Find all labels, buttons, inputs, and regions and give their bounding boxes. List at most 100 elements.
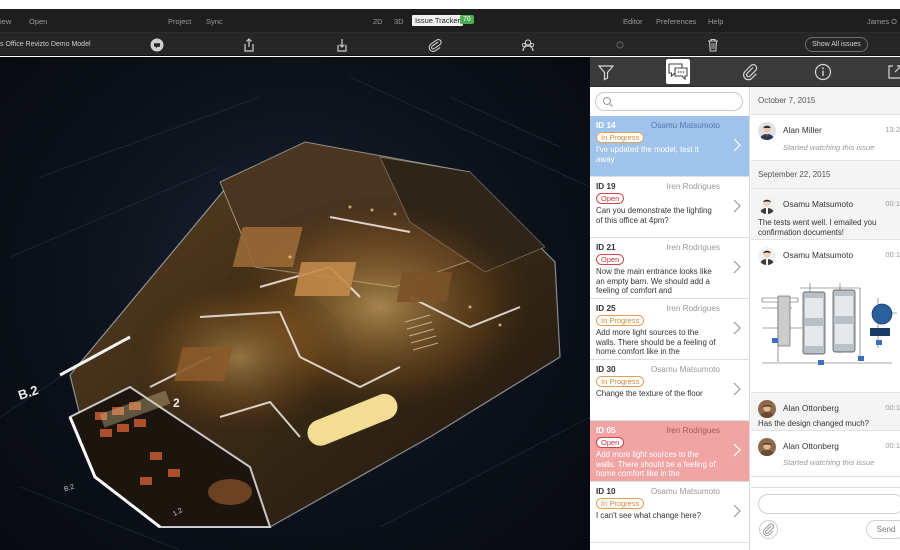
issue-row[interactable]: ID 25 Iren Rodrigues In Progress Add more l… <box>590 299 749 360</box>
issue-row[interactable]: ID 05 Iren Rodrigues Open Add more light so… <box>590 421 749 482</box>
download-icon[interactable] <box>334 37 350 53</box>
search-input[interactable] <box>595 92 743 111</box>
issue-description: Change the texture of the floor <box>596 389 703 398</box>
comments-panel: October 7, 2015 Alan Miller 13:2 Started… <box>751 87 900 550</box>
issue-id: ID 30 <box>596 365 616 374</box>
issue-description: Add more light sources to the walls. The… <box>596 328 716 357</box>
grid-label-2: 2 <box>173 396 180 410</box>
comments-tab[interactable] <box>666 59 690 84</box>
issue-id: ID 05 <box>596 426 616 435</box>
mode-2d-button[interactable]: 2D <box>373 17 383 26</box>
status-badge: In Progress <box>596 132 645 143</box>
issue-assignee: Iren Rodrigues <box>666 182 720 191</box>
issue-row[interactable]: ID 19 Iren Rodrigues Open Can you demonstra… <box>590 177 749 238</box>
issue-description: Can you demonstrate the lighting of this… <box>596 206 712 225</box>
search-field[interactable] <box>616 95 738 108</box>
info-icon[interactable] <box>813 62 833 82</box>
chevron-right-icon[interactable] <box>732 199 742 213</box>
show-all-issues-button[interactable]: Show All issues <box>805 37 868 52</box>
menu-open[interactable]: Open <box>29 17 47 26</box>
comment-time: 13:2 <box>885 125 900 134</box>
issue-id: ID 14 <box>596 121 616 130</box>
avatar <box>758 122 776 140</box>
status-badge: Open <box>596 193 625 204</box>
menu-preferences[interactable]: Preferences <box>656 17 696 26</box>
avatar <box>758 247 776 265</box>
menu-sync[interactable]: Sync <box>206 17 223 26</box>
comment-text: Has the design changed much? <box>758 419 869 428</box>
paperclip-icon <box>762 523 774 537</box>
issue-assignee: Osamu Matsumoto <box>650 487 720 496</box>
issue-id: ID 21 <box>596 243 616 252</box>
menu-view[interactable]: iew <box>0 17 11 26</box>
issue-assignee: Osamu Matsumoto <box>650 365 720 374</box>
issue-row[interactable]: ID 14 Osamu Matsumoto In Progress I've upda… <box>590 116 749 177</box>
chevron-right-icon[interactable] <box>732 260 742 274</box>
chevron-right-icon[interactable] <box>732 138 742 152</box>
comment-author: Osamu Matsumoto <box>783 250 854 260</box>
comment-item: Alan Ottonberg 00:1 Started watching thi… <box>751 431 900 477</box>
paperclip-icon[interactable] <box>740 62 760 82</box>
top-margin <box>0 0 900 9</box>
watchers-icon[interactable] <box>520 37 536 53</box>
comment-input[interactable] <box>758 494 900 514</box>
settings-icon[interactable] <box>612 37 628 53</box>
menu-editor[interactable]: Editor <box>623 17 643 26</box>
chat-bubble-icon[interactable] <box>149 37 165 53</box>
filter-icon[interactable] <box>596 62 616 82</box>
user-menu[interactable]: James O <box>867 17 897 26</box>
issue-id: ID 10 <box>596 487 616 496</box>
menu-help[interactable]: Help <box>708 17 723 26</box>
avatar <box>758 196 776 214</box>
attach-button[interactable] <box>759 520 778 539</box>
issue-id: ID 25 <box>596 304 616 313</box>
toolbar: s Office Revizto Demo Model Show All iss… <box>0 33 900 56</box>
comment-compose: Send <box>751 487 900 550</box>
system-message: Started watching this issue <box>783 143 875 152</box>
chevron-right-icon[interactable] <box>732 382 742 396</box>
issue-tracker-tab[interactable]: Issue Tracker <box>412 15 464 26</box>
chevron-right-icon[interactable] <box>732 321 742 335</box>
3d-viewport[interactable]: B.2 B.2 2 1.2 <box>0 57 590 550</box>
issue-row[interactable]: ID 10 Osamu Matsumoto In Progress I can't s… <box>590 482 749 543</box>
status-badge: In Progress <box>596 376 645 387</box>
comment-author: Alan Ottonberg <box>783 403 839 413</box>
comment-item: Osamu Matsumoto 00:1 <box>751 240 900 393</box>
issue-description: Add more light sources to the walls. The… <box>596 450 716 479</box>
app-window: iew Open Project Sync 2D 3D Issue Tracke… <box>0 0 900 550</box>
share-icon[interactable] <box>241 37 257 53</box>
paperclip-icon[interactable] <box>427 37 443 53</box>
search-icon <box>602 96 613 107</box>
trash-icon[interactable] <box>705 37 721 53</box>
issue-description: I can't see what change here? <box>596 511 702 520</box>
comment-time: 00:1 <box>885 250 900 259</box>
export-icon[interactable] <box>885 62 900 82</box>
status-badge: In Progress <box>596 315 645 326</box>
comment-time: 00:1 <box>885 403 900 412</box>
issue-count-badge: 76 <box>460 15 474 24</box>
issue-row[interactable]: ID 21 Iren Rodrigues Open Now the main entr… <box>590 238 749 299</box>
mode-3d-button[interactable]: 3D <box>394 17 404 26</box>
issue-assignee: Iren Rodrigues <box>666 426 720 435</box>
menu-project[interactable]: Project <box>168 17 191 26</box>
comment-author: Alan Ottonberg <box>783 441 839 451</box>
date-header: September 22, 2015 <box>751 161 900 189</box>
issue-assignee: Iren Rodrigues <box>666 304 720 313</box>
issue-assignee: Osamu Matsumoto <box>650 121 720 130</box>
issue-panel-toolbar <box>590 57 900 87</box>
issue-row[interactable]: ID 30 Osamu Matsumoto In Progress Change th… <box>590 360 749 421</box>
issue-description: Now the main entrance looks like an empt… <box>596 267 712 296</box>
comment-author: Alan Miller <box>783 125 822 135</box>
send-button[interactable]: Send <box>866 520 900 539</box>
building-render <box>0 76 590 550</box>
chevron-right-icon[interactable] <box>732 443 742 457</box>
issue-list: ID 14 Osamu Matsumoto In Progress I've upda… <box>590 87 750 550</box>
attached-diagram-image[interactable] <box>758 268 900 386</box>
comment-item: Alan Miller 13:2 Started watching this i… <box>751 115 900 161</box>
comment-item: Osamu Matsumoto 00:1 The tests went well… <box>751 189 900 240</box>
chevron-right-icon[interactable] <box>732 504 742 518</box>
date-header: October 7, 2015 <box>751 87 900 115</box>
issue-description: I've updated the model, test it away <box>596 145 699 164</box>
system-message: Started watching this issue <box>783 458 875 467</box>
issue-id: ID 19 <box>596 182 616 191</box>
